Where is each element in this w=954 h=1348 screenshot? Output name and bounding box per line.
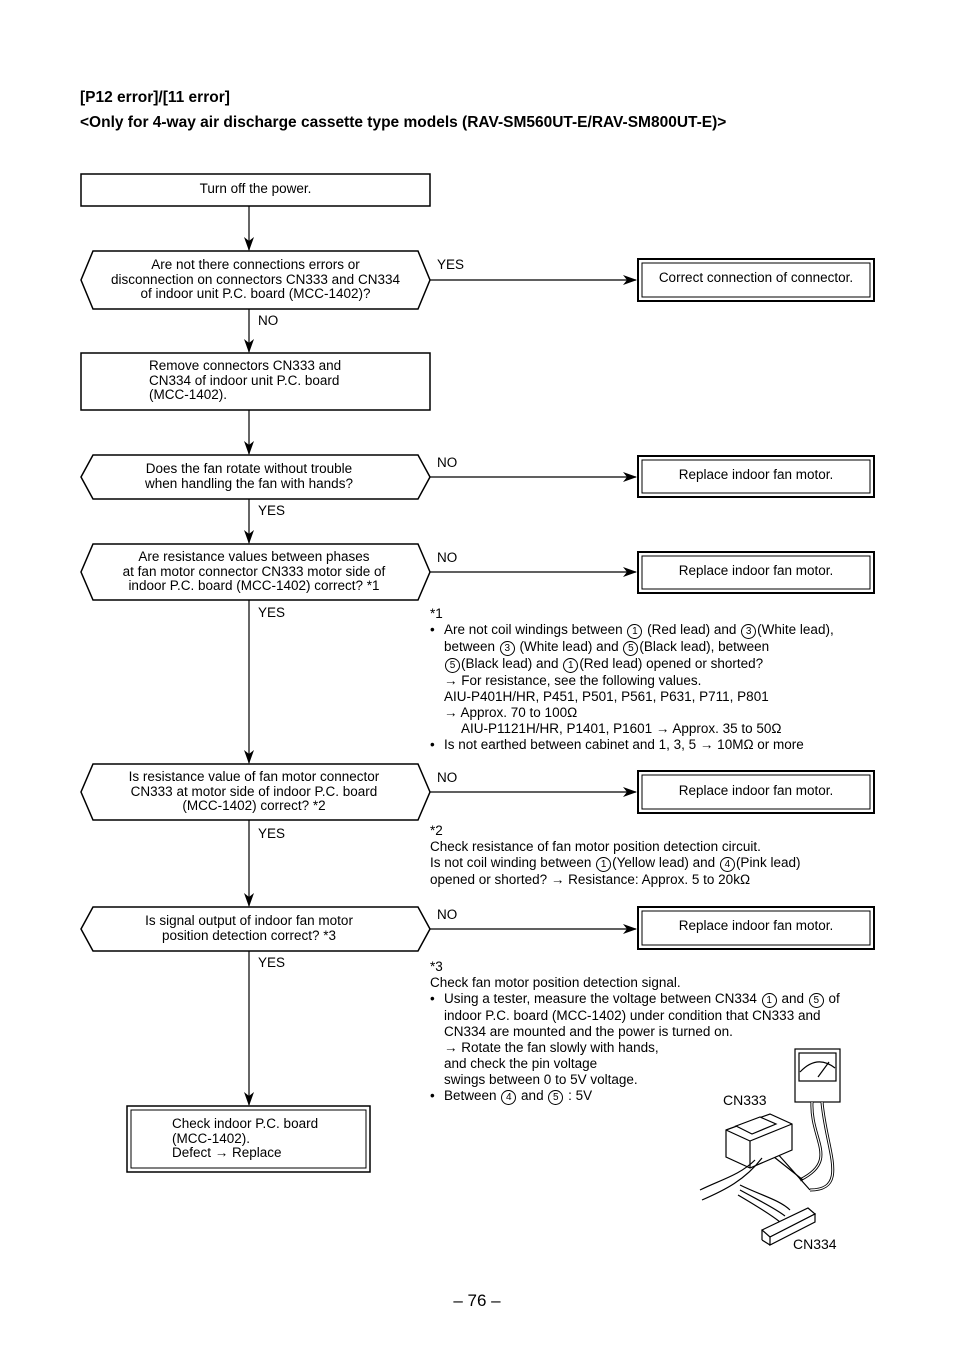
q5-yes-label: YES [258,955,286,970]
note-line: between 3 (White lead) and 5 (Black lead)… [444,639,770,656]
pin-number-circle: 5 [548,1090,564,1105]
q2-no-label: NO [437,455,458,470]
pin-number-circle: 1 [596,857,612,872]
note-marker: *2 [430,823,443,838]
q2-text: Does the fan rotate without trouble when… [81,461,417,491]
cn333-label: CN333 [723,1092,767,1108]
q4-no-label: NO [437,770,458,785]
q5-text: Is signal output of indoor fan motor pos… [81,913,417,943]
note-line: → Rotate the fan slowly with hands, [444,1040,659,1055]
q4-line: (MCC-1402) correct? *2 [182,798,326,813]
note-2: *2 Check resistance of fan motor positio… [430,823,800,888]
note-line: → For resistance, see the following valu… [444,673,702,688]
step2-line: Remove connectors CN333 and [149,358,342,373]
q3-no-action: Replace indoor fan motor. [678,563,834,578]
q1-no-label: NO [258,313,279,328]
note-3: *3 Check fan motor position detection si… [430,959,840,1105]
q2-line: when handling the fan with hands? [145,475,353,491]
page-number: – 76 – [453,1291,501,1310]
end-line: (MCC-1402). [172,1130,251,1146]
q1-yes-action: Correct connection of connector. [658,270,854,285]
step2-text: Remove connectors CN333 and CN334 of ind… [149,358,342,403]
note-line: AIU-P1121H/HR, P1401, P1601 → Approx. 35… [461,721,782,736]
q1-line: disconnection on connectors CN333 and CN… [111,271,400,287]
end-line: Check indoor P.C. board [172,1116,319,1131]
note-line: Check fan motor position detection signa… [430,975,681,990]
end-line: Defect → Replace [172,1145,282,1160]
end-text: Check indoor P.C. board (MCC-1402). Defe… [172,1116,319,1161]
step2-line: (MCC-1402). [149,387,228,402]
q5-no-label: NO [437,907,458,922]
q1-line: of indoor unit P.C. board (MCC-1402)? [140,286,371,301]
note-bullet: Is not earthed between cabinet and 1, 3,… [430,737,834,753]
pin-number-circle: 4 [501,1090,517,1105]
q1-line: Are not there connections errors or [151,257,360,272]
pin-number-circle: 4 [719,857,735,872]
q5-no-action: Replace indoor fan motor. [678,918,834,933]
note-bullet: Using a tester, measure the voltage betw… [430,991,840,1008]
pin-number-circle: 1 [761,993,777,1008]
step2-line: CN334 of indoor unit P.C. board [149,372,340,388]
note-1: *1 Are not coil windings between 1 (Red … [430,606,834,753]
pin-number-circle: 3 [499,641,515,656]
pin-number-circle: 1 [563,658,579,673]
pin-number-circle: 3 [741,624,757,639]
q2-yes-label: YES [258,503,286,518]
note-line: and check the pin voltage [444,1056,598,1071]
q3-no-label: NO [437,550,458,565]
note-bullet: Between 4 and 5 : 5V [430,1088,840,1105]
pin-number-circle: 1 [627,624,643,639]
q5-line: Is signal output of indoor fan motor [145,913,353,928]
q1-yes-label: YES [437,257,465,272]
pin-number-circle: 5 [445,658,460,673]
q5-line: position detection correct? *3 [161,927,337,943]
q4-no-action: Replace indoor fan motor. [678,783,834,798]
note-line: indoor P.C. board (MCC-1402) under condi… [444,1008,821,1023]
start-text: Turn off the power. [199,181,312,196]
note-line: AIU-P401H/HR, P451, P501, P561, P631, P7… [444,689,769,704]
q4-line: CN333 at motor side of indoor P.C. board [130,783,378,799]
q3-line: Are resistance values between phases [138,549,370,564]
note-line: Is not coil winding between 1 (Yellow lea… [430,855,801,872]
q3-line: at fan motor connector CN333 motor side … [122,563,386,579]
note-line: 5 (Black lead) and 1 (Red lead) opened or … [430,656,834,673]
cn334-label: CN334 [793,1236,837,1252]
q2-line: Does the fan rotate without trouble [145,461,353,476]
note-line: opened or shorted? → Resistance: Approx.… [430,872,751,887]
q3-yes-label: YES [258,605,286,620]
pin-number-circle: 5 [808,993,824,1008]
q3-line: indoor P.C. board (MCC-1402) correct? *1 [128,578,380,593]
note-line: → Approx. 70 to 100Ω [444,705,578,720]
q1-text: Are not there connections errors or disc… [81,257,430,302]
q4-text: Is resistance value of fan motor connect… [81,769,427,814]
note-line: swings between 0 to 5V voltage. [444,1072,638,1087]
note-marker: *3 [430,959,443,974]
q4-line: Is resistance value of fan motor connect… [128,769,380,784]
note-line: CN334 are mounted and the power is turne… [444,1024,733,1039]
pin-number-circle: 5 [623,641,639,656]
note-marker: *1 [430,606,443,621]
q4-yes-label: YES [258,826,286,841]
q3-text: Are resistance values between phases at … [81,549,427,594]
note-bullet: Are not coil windings between 1 (Red lea… [430,622,834,639]
q2-no-action: Replace indoor fan motor. [678,467,834,482]
note-line: Check resistance of fan motor position d… [430,839,761,854]
